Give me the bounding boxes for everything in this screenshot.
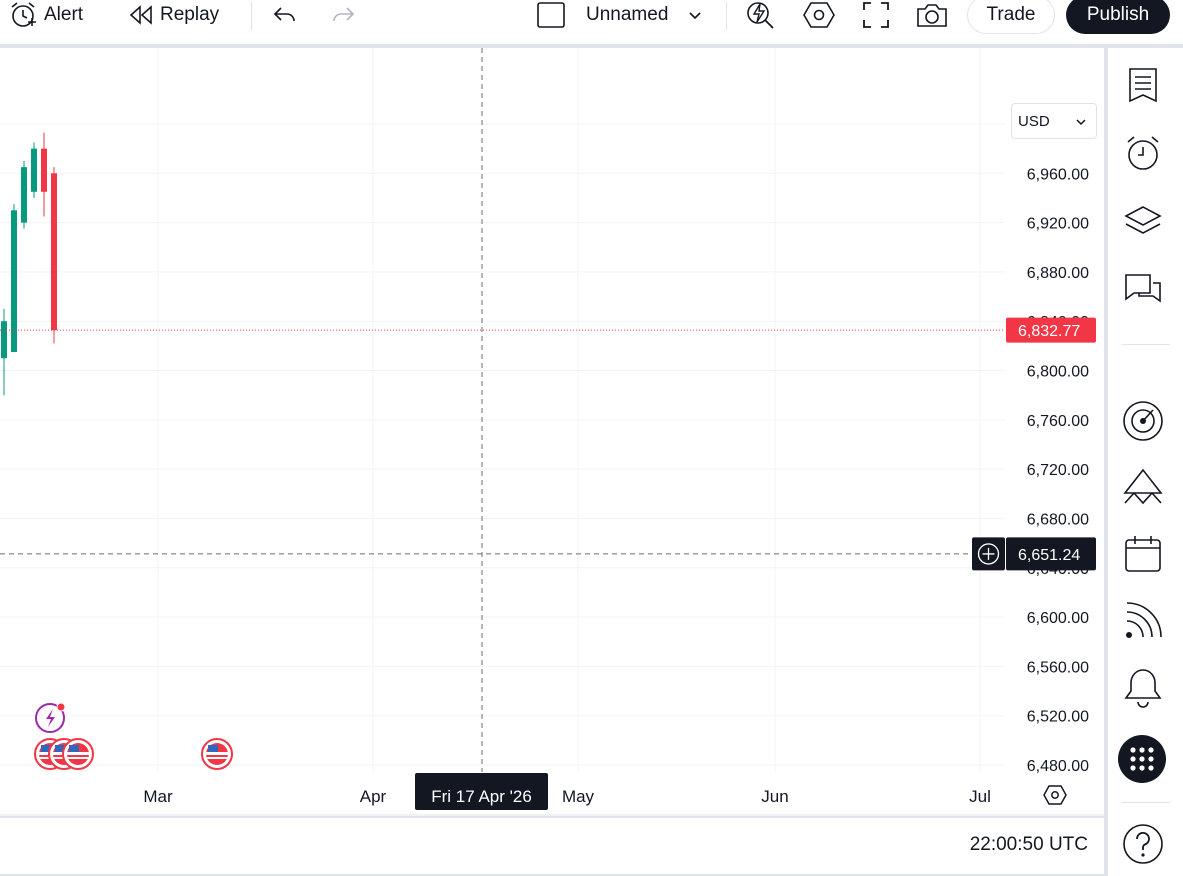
top-toolbar: Alert Replay Unnamed Trade Publish [0,0,1183,44]
price-tick-label: 6,920.00 [1027,216,1089,233]
price-tick-label: 6,560.00 [1027,659,1089,676]
alerts-clock-icon[interactable] [1120,130,1166,176]
candlestick-series [1,132,57,396]
chevron-down-icon [688,10,702,20]
layout-square-icon [536,1,566,29]
trade-button[interactable]: Trade [967,0,1055,34]
toolbar-divider [251,2,252,30]
settings-hexagon-icon [802,0,836,30]
layout-menu-button[interactable]: Unnamed [536,0,702,30]
calendar-icon[interactable] [1120,531,1166,577]
currency-select[interactable]: USD [1011,103,1097,139]
candle [41,132,47,217]
replay-rewind-icon [128,4,154,26]
object-tree-icon[interactable] [1120,198,1166,244]
alarm-clock-icon [8,0,38,30]
sidebar-divider [1122,344,1170,345]
bottom-status-bar: 22:00:50 UTC [0,818,1104,874]
undo-icon [272,4,298,26]
lightning-event-icon[interactable] [35,702,66,733]
time-tick-label: Mar [143,787,173,806]
us-flag-event-icon[interactable] [62,738,94,770]
crosshair-price-value: 6,651.24 [1018,547,1080,564]
price-tick-label: 6,880.00 [1027,265,1089,282]
replay-button[interactable]: Replay [128,0,219,30]
candle [31,142,37,198]
horizontal-grid [0,123,1005,766]
currency-value: USD [1018,112,1050,130]
event-markers[interactable] [34,702,233,770]
candle [11,204,17,353]
fullscreen-button[interactable] [862,0,890,30]
layout-name: Unnamed [586,4,669,25]
candle [21,160,27,229]
time-tick-label: Jun [761,787,788,806]
redo-icon [330,4,356,26]
price-tick-label: 6,960.00 [1027,166,1089,183]
undo-button[interactable] [272,0,298,30]
news-icon[interactable] [1120,598,1166,644]
chat-icon[interactable] [1120,268,1166,314]
price-tick-label: 6,480.00 [1027,758,1089,775]
snapshot-button[interactable] [915,0,949,30]
publish-button[interactable]: Publish [1066,0,1170,34]
time-tick-label: May [562,787,595,806]
price-tick-label: 6,520.00 [1027,709,1089,726]
candle [1,308,7,396]
time-tick-label: Apr [360,787,387,806]
quick-search-button[interactable] [745,0,777,30]
last-price-badge: 6,832.77 [1006,317,1096,343]
lightning-search-icon [745,0,777,30]
time-tick-label: Jul [969,787,991,806]
last-price-value: 6,832.77 [1018,323,1080,340]
chart-pane[interactable]: 7,000.006,960.006,920.006,880.006,840.00… [0,48,1104,816]
hotlists-icon[interactable] [1120,398,1166,444]
notifications-bell-icon[interactable] [1120,664,1166,710]
price-tick-label: 6,600.00 [1027,610,1089,627]
right-sidebar [1108,48,1183,876]
replay-label: Replay [160,4,220,25]
us-flag-event-icon[interactable] [201,738,233,770]
fullscreen-icon [862,1,890,29]
alert-label: Alert [44,4,84,25]
price-tick-label: 6,720.00 [1027,462,1089,479]
toolbar-divider [726,2,727,30]
products-grid-icon[interactable] [1118,735,1166,783]
crosshair-date-value: Fri 17 Apr '26 [431,787,532,806]
time-axis-labels: Mar Apr May Jun Jul [143,787,991,806]
vertical-grid [157,48,981,772]
price-tick-label: 6,760.00 [1027,413,1089,430]
utc-clock[interactable]: 22:00:50 UTC [970,834,1088,856]
chart-canvas[interactable]: 7,000.006,960.006,920.006,880.006,840.00… [0,48,1104,816]
chevron-down-icon [1076,113,1086,130]
redo-button[interactable] [330,0,356,30]
price-tick-label: 6,800.00 [1027,364,1089,381]
crosshair-date-badge: Fri 17 Apr '26 [415,773,548,810]
help-icon[interactable] [1120,821,1166,867]
alert-button[interactable]: Alert [8,0,83,30]
candle [51,167,57,344]
settings-button[interactable] [802,0,836,30]
sidebar-divider [1122,802,1170,803]
camera-icon [915,1,949,29]
crosshair-price-badge: 6,651.24 [972,537,1096,571]
chart-settings-icon[interactable] [1043,785,1067,805]
price-axis-labels: 7,000.006,960.006,920.006,880.006,840.00… [1027,117,1089,775]
watchlist-icon[interactable] [1120,62,1166,108]
ideas-icon[interactable] [1120,464,1166,510]
price-tick-label: 6,680.00 [1027,511,1089,528]
